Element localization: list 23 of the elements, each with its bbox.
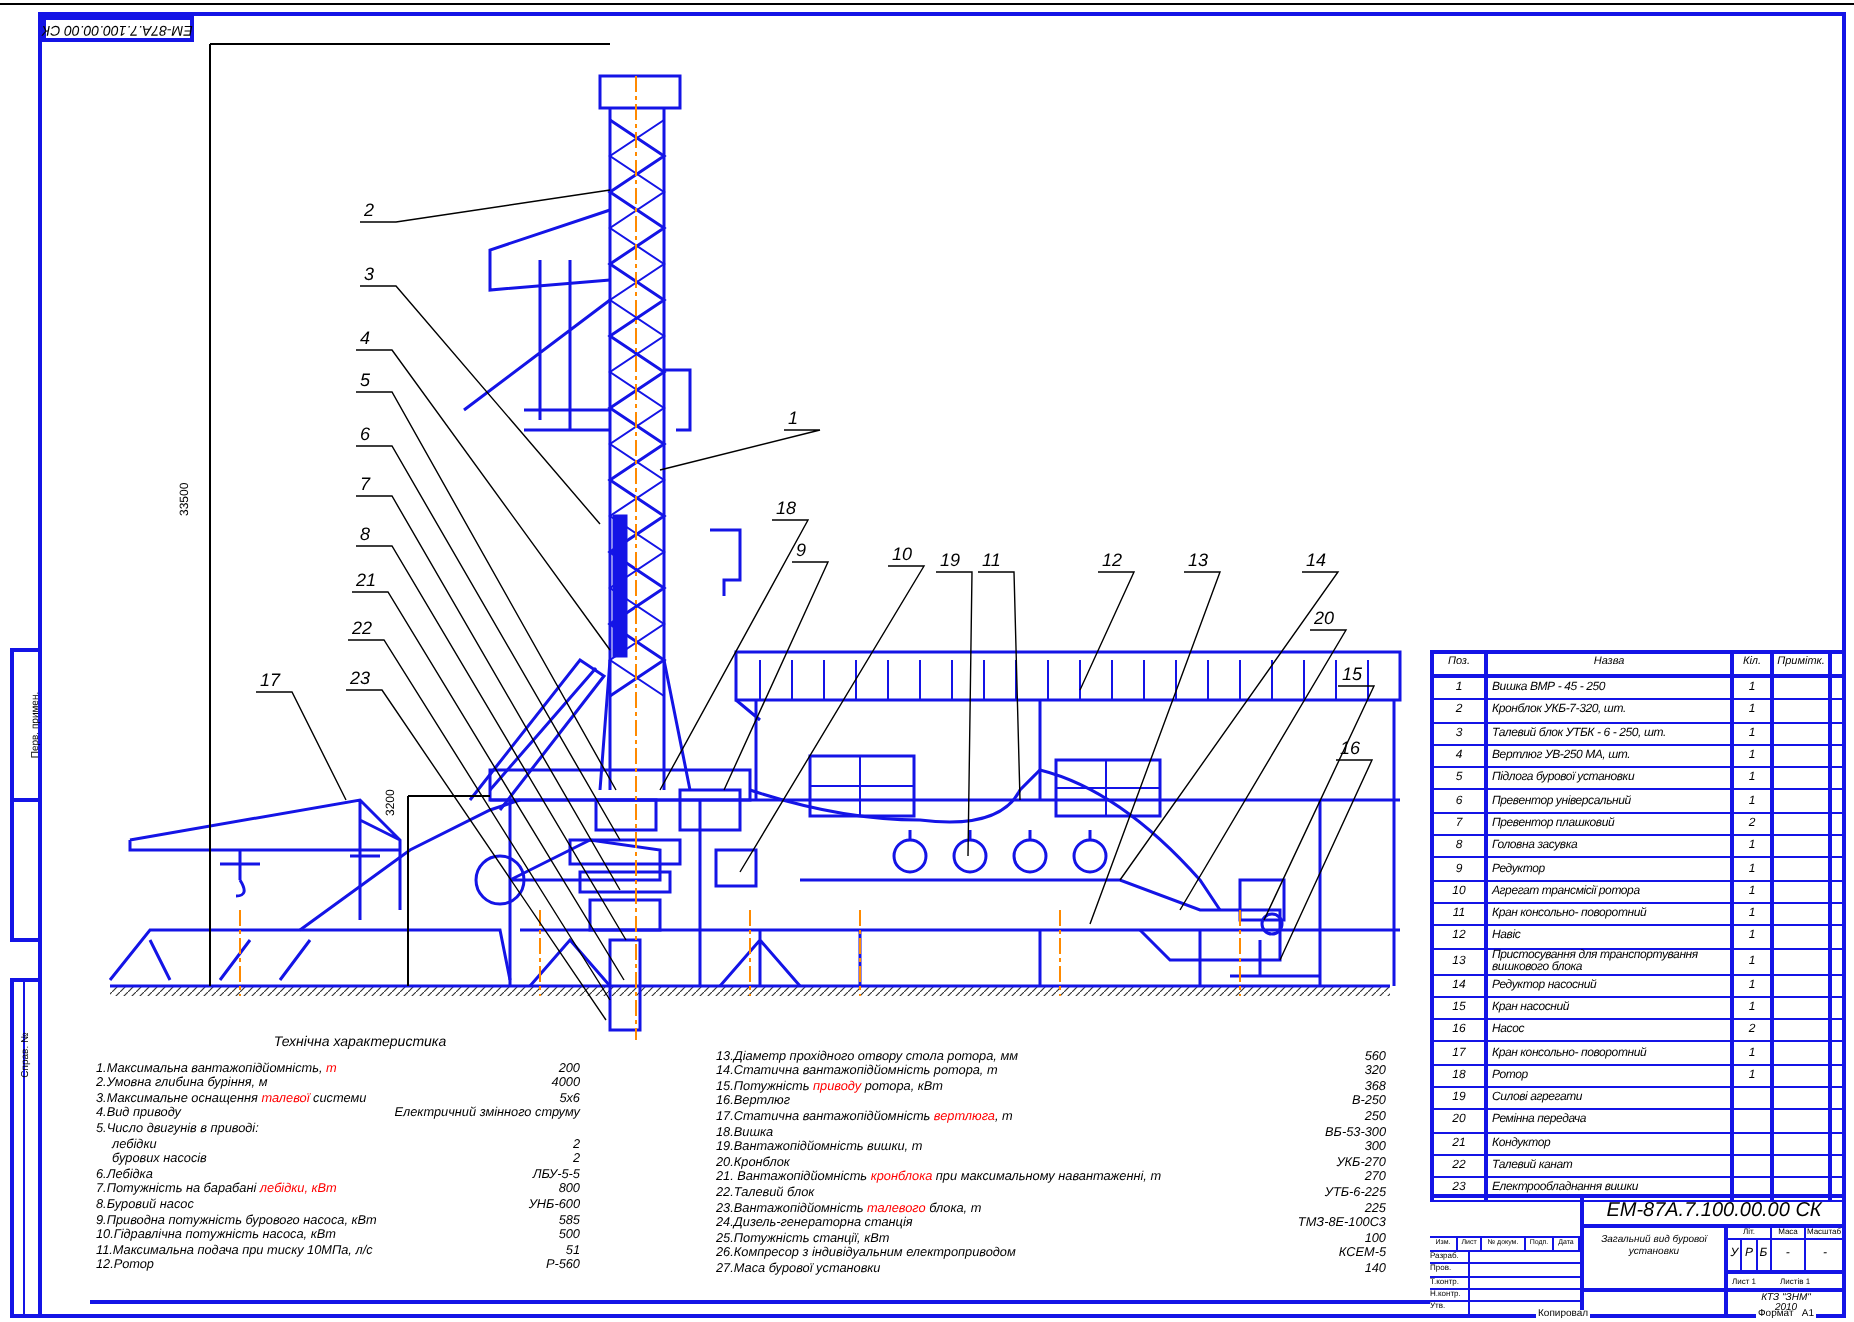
- callout-number: 6: [360, 424, 371, 444]
- callout-number: 19: [940, 550, 961, 570]
- callout-number: 11: [982, 550, 1001, 570]
- callout-number: 1: [788, 408, 799, 428]
- callout-number: 5: [360, 370, 371, 390]
- callout-number: 14: [1306, 550, 1327, 570]
- callout-number: 17: [260, 670, 281, 690]
- callout-number: 7: [360, 474, 371, 494]
- callout-number: 13: [1188, 550, 1209, 570]
- callout-number: 2: [364, 200, 375, 220]
- callout-number: 8: [360, 524, 371, 544]
- callout-number: 3: [364, 264, 375, 284]
- callout-number: 9: [796, 540, 807, 560]
- callout-number: 15: [1342, 664, 1363, 684]
- drawing-code: ЕМ-87А.7.100.00.00 СК: [1584, 1198, 1844, 1228]
- callout-number: 23: [350, 668, 371, 688]
- callout-number: 10: [892, 544, 913, 564]
- callout-number: 21: [356, 570, 377, 590]
- callout-number: 12: [1102, 550, 1123, 570]
- callout-number: 22: [352, 618, 373, 638]
- callout-number: 4: [360, 328, 371, 348]
- callout-number: 18: [776, 498, 797, 518]
- callout-number: 20: [1314, 608, 1335, 628]
